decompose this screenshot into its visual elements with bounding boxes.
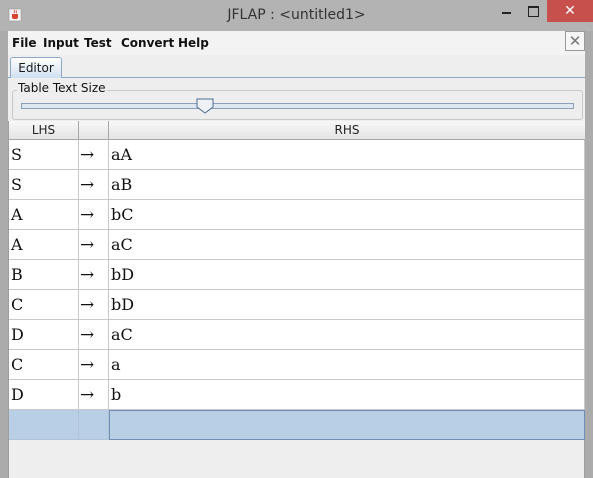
lhs-cell-empty[interactable] — [9, 410, 79, 440]
lhs-cell[interactable]: C — [9, 290, 79, 320]
rhs-cell[interactable]: bD — [109, 290, 585, 320]
close-button[interactable]: ✕ — [547, 0, 593, 22]
arrow-cell-empty[interactable] — [79, 410, 109, 440]
menu-bar: File Input Test Convert Help ✕ — [8, 31, 585, 55]
table-row[interactable]: B → bD — [9, 260, 585, 290]
tab-editor[interactable]: Editor — [10, 57, 62, 78]
rhs-cell[interactable]: aC — [109, 320, 585, 350]
close-icon: ✕ — [564, 3, 576, 19]
table-row[interactable]: S → aB — [9, 170, 585, 200]
title-bar: JFLAP : <untitled1> ✕ — [0, 0, 593, 31]
table-row-new[interactable] — [9, 410, 585, 440]
lhs-cell[interactable]: C — [9, 350, 79, 380]
text-size-slider-thumb[interactable] — [196, 98, 214, 114]
close-icon: ✕ — [568, 32, 582, 50]
menu-input[interactable]: Input — [43, 36, 79, 50]
rhs-cell-empty[interactable] — [109, 410, 585, 440]
lhs-cell[interactable]: D — [9, 320, 79, 350]
header-arrow[interactable] — [79, 121, 109, 140]
minimize-button[interactable] — [492, 0, 520, 22]
table-row[interactable]: C → bD — [9, 290, 585, 320]
lhs-cell[interactable]: S — [9, 170, 79, 200]
rhs-cell[interactable]: bC — [109, 200, 585, 230]
menu-file[interactable]: File — [12, 36, 37, 50]
table-text-size-label: Table Text Size — [17, 81, 107, 95]
header-lhs[interactable]: LHS — [9, 121, 79, 140]
lhs-cell[interactable]: A — [9, 200, 79, 230]
table-row[interactable]: D → b — [9, 380, 585, 410]
arrow-cell[interactable]: → — [79, 230, 109, 260]
minimize-icon — [501, 12, 511, 14]
arrow-cell[interactable]: → — [79, 350, 109, 380]
lhs-cell[interactable]: A — [9, 230, 79, 260]
arrow-cell[interactable]: → — [79, 260, 109, 290]
rhs-cell[interactable]: aB — [109, 170, 585, 200]
menu-test[interactable]: Test — [84, 36, 112, 50]
table-row[interactable]: A → aC — [9, 230, 585, 260]
rhs-cell[interactable]: bD — [109, 260, 585, 290]
lhs-cell[interactable]: S — [9, 140, 79, 170]
lhs-cell[interactable]: B — [9, 260, 79, 290]
arrow-cell[interactable]: → — [79, 320, 109, 350]
text-size-slider-track[interactable] — [21, 103, 574, 109]
lhs-cell[interactable]: D — [9, 380, 79, 410]
table-row[interactable]: A → bC — [9, 200, 585, 230]
arrow-cell[interactable]: → — [79, 200, 109, 230]
window-content: File Input Test Convert Help ✕ Editor Ta… — [8, 31, 585, 478]
table-row[interactable]: D → aC — [9, 320, 585, 350]
maximize-icon — [528, 6, 539, 17]
rhs-cell[interactable]: a — [109, 350, 585, 380]
menu-help[interactable]: Help — [178, 36, 209, 50]
arrow-cell[interactable]: → — [79, 170, 109, 200]
arrow-cell[interactable]: → — [79, 380, 109, 410]
header-rhs[interactable]: RHS — [109, 121, 585, 140]
arrow-cell[interactable]: → — [79, 140, 109, 170]
table-row[interactable]: C → a — [9, 350, 585, 380]
rhs-cell[interactable]: aC — [109, 230, 585, 260]
rhs-cell[interactable]: aA — [109, 140, 585, 170]
maximize-button[interactable] — [520, 0, 547, 22]
menu-convert[interactable]: Convert — [121, 36, 174, 50]
table-row[interactable]: S → aA — [9, 140, 585, 170]
arrow-cell[interactable]: → — [79, 290, 109, 320]
rhs-cell[interactable]: b — [109, 380, 585, 410]
grammar-table: LHS RHS S → aA S → aB A → bC A → aC B → bD C → bD D → aC C → a D… — [8, 121, 585, 478]
close-editor-button[interactable]: ✕ — [565, 31, 585, 51]
